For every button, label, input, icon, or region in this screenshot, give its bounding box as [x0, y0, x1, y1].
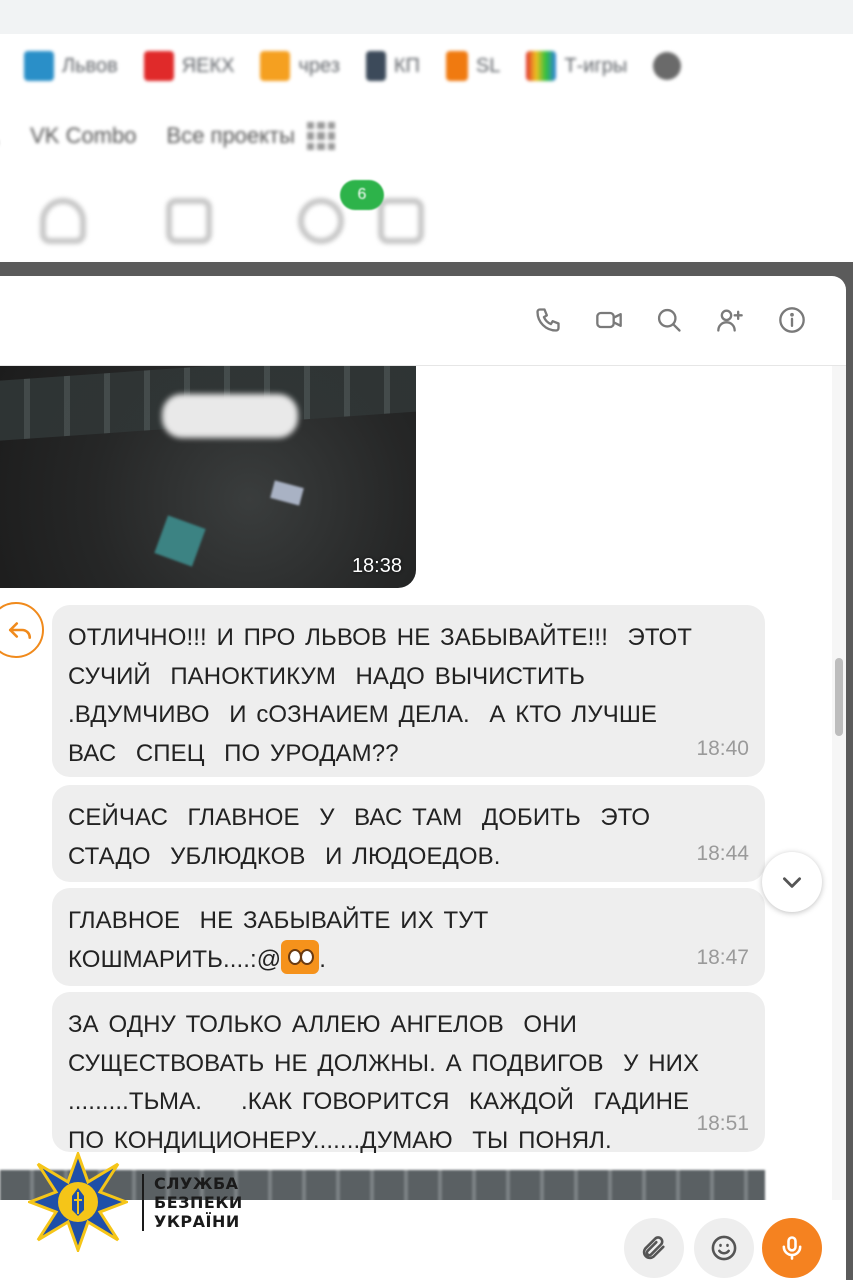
scroll-down-button[interactable]: [762, 852, 822, 912]
message-text: ЗА ОДНУ ТОЛЬКО АЛЛЕЮ АНГЕЛОВ ОНИ СУЩЕСТВ…: [68, 1011, 700, 1154]
apps-grid-icon[interactable]: [306, 122, 335, 150]
emoji-smiley-icon: [281, 940, 320, 975]
photo-debris-shape: [270, 480, 304, 506]
message-text-part: ГЛАВНОЕ НЕ ЗАБЫВАЙТЕ ИХ ТУТ КОШМАРИТЬ...…: [68, 907, 489, 973]
microphone-icon: [782, 1236, 802, 1260]
video-tab-icon[interactable]: [378, 198, 424, 244]
bookmark-favicon-icon: [365, 51, 386, 81]
toolbar-link-all-projects[interactable]: Все проекты: [167, 123, 295, 149]
bookmark-item[interactable]: Т-игры: [526, 51, 627, 81]
bookmark-item[interactable]: чрез: [260, 51, 340, 81]
bookmark-item[interactable]: КП: [365, 51, 420, 81]
bookmark-label: Т-игры: [564, 54, 628, 77]
attach-button[interactable]: [624, 1218, 684, 1278]
message-bubble[interactable]: ЗА ОДНУ ТОЛЬКО АЛЛЕЮ АНГЕЛОВ ОНИ СУЩЕСТВ…: [52, 992, 765, 1154]
reply-arrow-icon: [8, 622, 32, 639]
message-bubble[interactable]: СЕЙЧАС ГЛАВНОЕ У ВАС ТАМ ДОБИТЬ ЭТО СТАД…: [52, 785, 765, 882]
chevron-down-icon: [783, 877, 801, 888]
message-text: ГЛАВНОЕ НЕ ЗАБЫВАЙТЕ ИХ ТУТ КОШМАРИТЬ...…: [68, 902, 749, 979]
bookmark-favicon-icon: [526, 51, 557, 81]
bookmark-label: SL: [475, 54, 501, 77]
bookmark-item[interactable]: ЯЕКХ: [143, 51, 235, 81]
sbu-text-line: БЕЗПЕКИ: [154, 1192, 243, 1212]
search-icon[interactable]: [653, 304, 685, 336]
bookmark-more-icon[interactable]: [653, 52, 682, 80]
message-timestamp: 18:51: [696, 1112, 749, 1135]
message-bubble[interactable]: ГЛАВНОЕ НЕ ЗАБЫВАЙТЕ ИХ ТУТ КОШМАРИТЬ...…: [52, 888, 765, 986]
photo-message[interactable]: 18:38: [0, 366, 416, 588]
sbu-watermark-logo: СЛУЖБА БЕЗПЕКИ УКРАЇНИ: [28, 1152, 243, 1252]
photo-blurred-caption: [162, 394, 298, 438]
bookmark-favicon-icon: [445, 51, 468, 81]
phone-icon[interactable]: [532, 304, 564, 336]
browser-tabstrip: [0, 0, 853, 34]
scrollbar-thumb[interactable]: [835, 658, 843, 736]
bookmark-favicon-icon: [143, 51, 174, 81]
secondary-toolbar: , VK Combo Все проекты: [0, 98, 853, 174]
emoji-button[interactable]: [694, 1218, 754, 1278]
sbu-emblem-icon: [28, 1152, 128, 1252]
bookmark-favicon-icon: [24, 51, 54, 81]
bookmark-label: чрез: [298, 54, 340, 77]
notification-badge: 6: [340, 180, 384, 210]
music-icon[interactable]: [298, 198, 344, 244]
message-timestamp: 18:47: [696, 946, 749, 969]
message-bubble[interactable]: ОТЛИЧНО!!! И ПРО ЛЬВОВ НЕ ЗАБЫВАЙТЕ!!! Э…: [52, 605, 765, 777]
sbu-text-line: СЛУЖБА: [154, 1173, 239, 1193]
toolbar-link-vk-combo[interactable]: VK Combo: [30, 123, 136, 149]
bookmark-label: ЯЕКХ: [181, 54, 235, 77]
bookmark-item[interactable]: Львов: [24, 51, 118, 81]
voice-message-button[interactable]: [762, 1218, 822, 1278]
add-user-icon[interactable]: [714, 304, 746, 336]
friends-icon[interactable]: [166, 198, 212, 244]
bookmark-label: КП: [393, 54, 420, 77]
info-icon[interactable]: [776, 304, 808, 336]
video-icon[interactable]: [593, 304, 625, 336]
bookmark-item[interactable]: SL: [445, 51, 501, 81]
reply-button[interactable]: [0, 602, 44, 658]
chat-scrollbar[interactable]: [832, 366, 846, 1280]
chat-panel: 18:38 ОТЛИЧНО!!! И ПРО ЛЬВОВ НЕ ЗАБЫВАЙТ…: [0, 276, 846, 1280]
message-text: СЕЙЧАС ГЛАВНОЕ У ВАС ТАМ ДОБИТЬ ЭТО СТАД…: [68, 804, 651, 870]
photo-timestamp: 18:38: [351, 555, 402, 577]
like-icon[interactable]: [40, 198, 86, 244]
bookmark-label: Львов: [62, 54, 118, 77]
message-text: ОТЛИЧНО!!! И ПРО ЛЬВОВ НЕ ЗАБЫВАЙТЕ!!! Э…: [68, 624, 693, 767]
message-timestamp: 18:44: [696, 842, 749, 865]
smile-icon: [711, 1235, 737, 1261]
paperclip-icon: [642, 1236, 665, 1260]
message-timestamp: 18:40: [696, 737, 749, 760]
sbu-text-block: СЛУЖБА БЕЗПЕКИ УКРАЇНИ: [142, 1173, 243, 1231]
bookmarks-bar: Львов ЯЕКХ чрез КП SL Т-игры: [0, 34, 853, 98]
chat-header: [0, 276, 846, 366]
message-text-part: .: [319, 945, 327, 973]
site-nav-toolbar: [0, 174, 853, 264]
photo-debris-shape: [154, 515, 206, 567]
sbu-text-line: УКРАЇНИ: [154, 1211, 240, 1231]
bookmark-favicon-icon: [260, 51, 291, 81]
